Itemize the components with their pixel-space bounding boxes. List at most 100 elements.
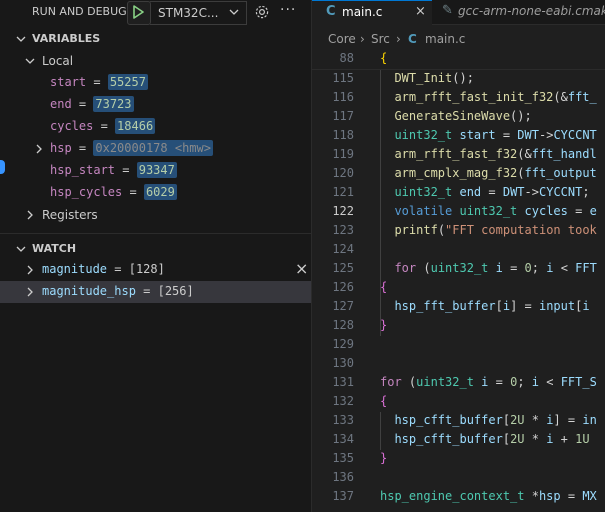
section-divider bbox=[0, 233, 311, 234]
variable-equals: = bbox=[86, 75, 108, 89]
code-row[interactable]: 133 hsp_cfft_buffer[2U * i] = in bbox=[312, 412, 605, 431]
registers-scope[interactable]: Registers bbox=[0, 204, 311, 226]
code-line: } bbox=[380, 318, 388, 332]
remove-expression-icon[interactable]: × bbox=[295, 259, 308, 278]
code-row[interactable]: 115 DWT_Init(); bbox=[312, 70, 605, 89]
code-row[interactable]: 127 hsp_fft_buffer[i] = input[i bbox=[312, 298, 605, 317]
play-icon bbox=[133, 5, 144, 19]
variable-row-expandable[interactable]: hsp = 0x20000178 <hmw> bbox=[0, 138, 311, 160]
breadcrumb-separator: › bbox=[396, 32, 401, 46]
chevron-right-icon[interactable] bbox=[24, 264, 36, 276]
code-row[interactable]: 129 bbox=[312, 336, 605, 355]
sticky-scroll-line[interactable]: 88 { bbox=[312, 50, 605, 70]
variable-value: 18466 bbox=[115, 118, 156, 134]
line-number: 118 bbox=[332, 128, 354, 142]
tab-main-c[interactable]: C main.c × bbox=[312, 0, 432, 25]
debug-config-select[interactable]: STM32C... bbox=[150, 1, 247, 25]
watch-expression-value: [128] bbox=[128, 262, 165, 276]
watch-section-header[interactable]: WATCH bbox=[0, 238, 311, 260]
breadcrumb: Core › Src › C main.c bbox=[312, 28, 605, 50]
line-number-current: 122 bbox=[332, 204, 354, 218]
code-line: GenerateSineWave(); bbox=[394, 109, 532, 123]
watch-equals: = bbox=[135, 284, 158, 298]
c-file-icon: C bbox=[408, 32, 417, 46]
code-line: arm_rfft_fast_init_f32(&fft_ bbox=[394, 90, 597, 104]
variable-value: 55257 bbox=[107, 74, 148, 90]
close-tab-icon[interactable]: × bbox=[415, 4, 426, 19]
breadcrumb-item[interactable]: Src bbox=[371, 32, 390, 46]
variable-row[interactable]: cycles = 18466 bbox=[0, 116, 311, 138]
line-number: 130 bbox=[332, 356, 354, 370]
line-number: 115 bbox=[332, 71, 354, 85]
code-line: uint32_t start = DWT->CYCCNT bbox=[394, 128, 597, 142]
code-row[interactable]: 118 uint32_t start = DWT->CYCCNT bbox=[312, 127, 605, 146]
line-number: 136 bbox=[332, 470, 354, 484]
code-row[interactable]: 136 bbox=[312, 469, 605, 488]
line-number: 135 bbox=[332, 451, 354, 465]
code-line: hsp_cfft_buffer[2U * i + 1U bbox=[394, 432, 590, 446]
tab-label: main.c bbox=[342, 5, 383, 19]
cmake-file-icon: ✎ bbox=[442, 3, 453, 18]
breadcrumb-item[interactable]: main.c bbox=[425, 32, 465, 46]
code-row[interactable]: 125 for (uint32_t i = 0; i < FFT bbox=[312, 260, 605, 279]
local-scope[interactable]: Local bbox=[0, 50, 311, 72]
focus-indicator bbox=[0, 160, 5, 174]
run-and-debug-title: RUN AND DEBUG bbox=[32, 5, 127, 18]
editor-area: C main.c × ✎ gcc-arm-none-eabi.cmake Cor… bbox=[312, 0, 605, 512]
variable-row[interactable]: hsp_start = 93347 bbox=[0, 160, 311, 182]
line-number: 126 bbox=[332, 280, 354, 294]
code-row[interactable]: 128 } bbox=[312, 317, 605, 336]
watch-row[interactable]: magnitude = [128] × bbox=[0, 259, 311, 281]
code-row[interactable]: 119 arm_rfft_fast_f32(&fft_handl bbox=[312, 146, 605, 165]
code-row[interactable]: 135 } bbox=[312, 450, 605, 469]
watch-title: WATCH bbox=[32, 242, 77, 255]
line-number: 131 bbox=[332, 375, 354, 389]
variable-name: hsp_start bbox=[50, 163, 116, 177]
code-row[interactable]: 120 arm_cmplx_mag_f32(fft_output bbox=[312, 165, 605, 184]
start-debugging-button[interactable] bbox=[127, 1, 151, 25]
local-scope-label: Local bbox=[42, 54, 74, 68]
line-number: 129 bbox=[332, 337, 354, 351]
code-row[interactable]: 126 { bbox=[312, 279, 605, 298]
code-row[interactable]: 132 { bbox=[312, 393, 605, 412]
code-row[interactable]: 116 arm_rfft_fast_init_f32(&fft_ bbox=[312, 89, 605, 108]
watch-expression-name: magnitude_hsp bbox=[42, 284, 136, 298]
code-row[interactable]: 121 uint32_t end = DWT->CYCCNT; bbox=[312, 184, 605, 203]
chevron-right-icon[interactable] bbox=[24, 286, 36, 298]
chevron-right-icon[interactable] bbox=[33, 143, 45, 155]
code-row[interactable]: 134 hsp_cfft_buffer[2U * i + 1U bbox=[312, 431, 605, 450]
code-line: uint32_t end = DWT->CYCCNT; bbox=[394, 185, 590, 199]
watch-row-selected[interactable]: magnitude_hsp = [256] bbox=[0, 281, 311, 303]
code-row[interactable]: 131 for (uint32_t i = 0; i < FFT_S bbox=[312, 374, 605, 393]
tab-label: gcc-arm-none-eabi.cmake bbox=[458, 4, 605, 18]
line-number: 124 bbox=[332, 242, 354, 256]
line-number: 128 bbox=[332, 318, 354, 332]
variable-row[interactable]: end = 73723 bbox=[0, 94, 311, 116]
code-row[interactable]: 122 volatile uint32_t cycles = e bbox=[312, 203, 605, 222]
code-line: for (uint32_t i = 0; i < FFT bbox=[394, 261, 597, 275]
variable-value: 6029 bbox=[143, 184, 177, 200]
code-editor[interactable]: 88 { 115 DWT_Init(); 116 arm_rfft_fast_i… bbox=[312, 50, 605, 512]
line-number: 123 bbox=[332, 223, 354, 237]
variable-row[interactable]: start = 55257 bbox=[0, 72, 311, 94]
tab-gcc-arm-cmake[interactable]: ✎ gcc-arm-none-eabi.cmake bbox=[432, 0, 605, 24]
variables-section-header[interactable]: VARIABLES bbox=[0, 28, 311, 50]
breadcrumb-item[interactable]: Core bbox=[328, 32, 356, 46]
line-number: 117 bbox=[332, 109, 354, 123]
variables-title: VARIABLES bbox=[32, 32, 101, 45]
line-number: 132 bbox=[332, 394, 354, 408]
code-line: printf("FFT computation took bbox=[394, 223, 597, 237]
code-line: hsp_fft_buffer[i] = input[i bbox=[394, 299, 590, 313]
variable-row[interactable]: hsp_cycles = 6029 bbox=[0, 182, 311, 204]
code-row[interactable]: 124 bbox=[312, 241, 605, 260]
variable-name: hsp bbox=[50, 141, 72, 155]
variable-name: start bbox=[50, 75, 87, 89]
c-file-icon: C bbox=[326, 4, 336, 19]
code-row[interactable]: 130 bbox=[312, 355, 605, 374]
code-row[interactable]: 123 printf("FFT computation took bbox=[312, 222, 605, 241]
more-actions-icon[interactable]: ··· bbox=[280, 2, 296, 18]
line-number: 119 bbox=[332, 147, 354, 161]
code-row[interactable]: 117 GenerateSineWave(); bbox=[312, 108, 605, 127]
code-row[interactable]: 137 hsp_engine_context_t *hsp = MX bbox=[312, 488, 605, 507]
gear-icon[interactable] bbox=[254, 4, 270, 20]
